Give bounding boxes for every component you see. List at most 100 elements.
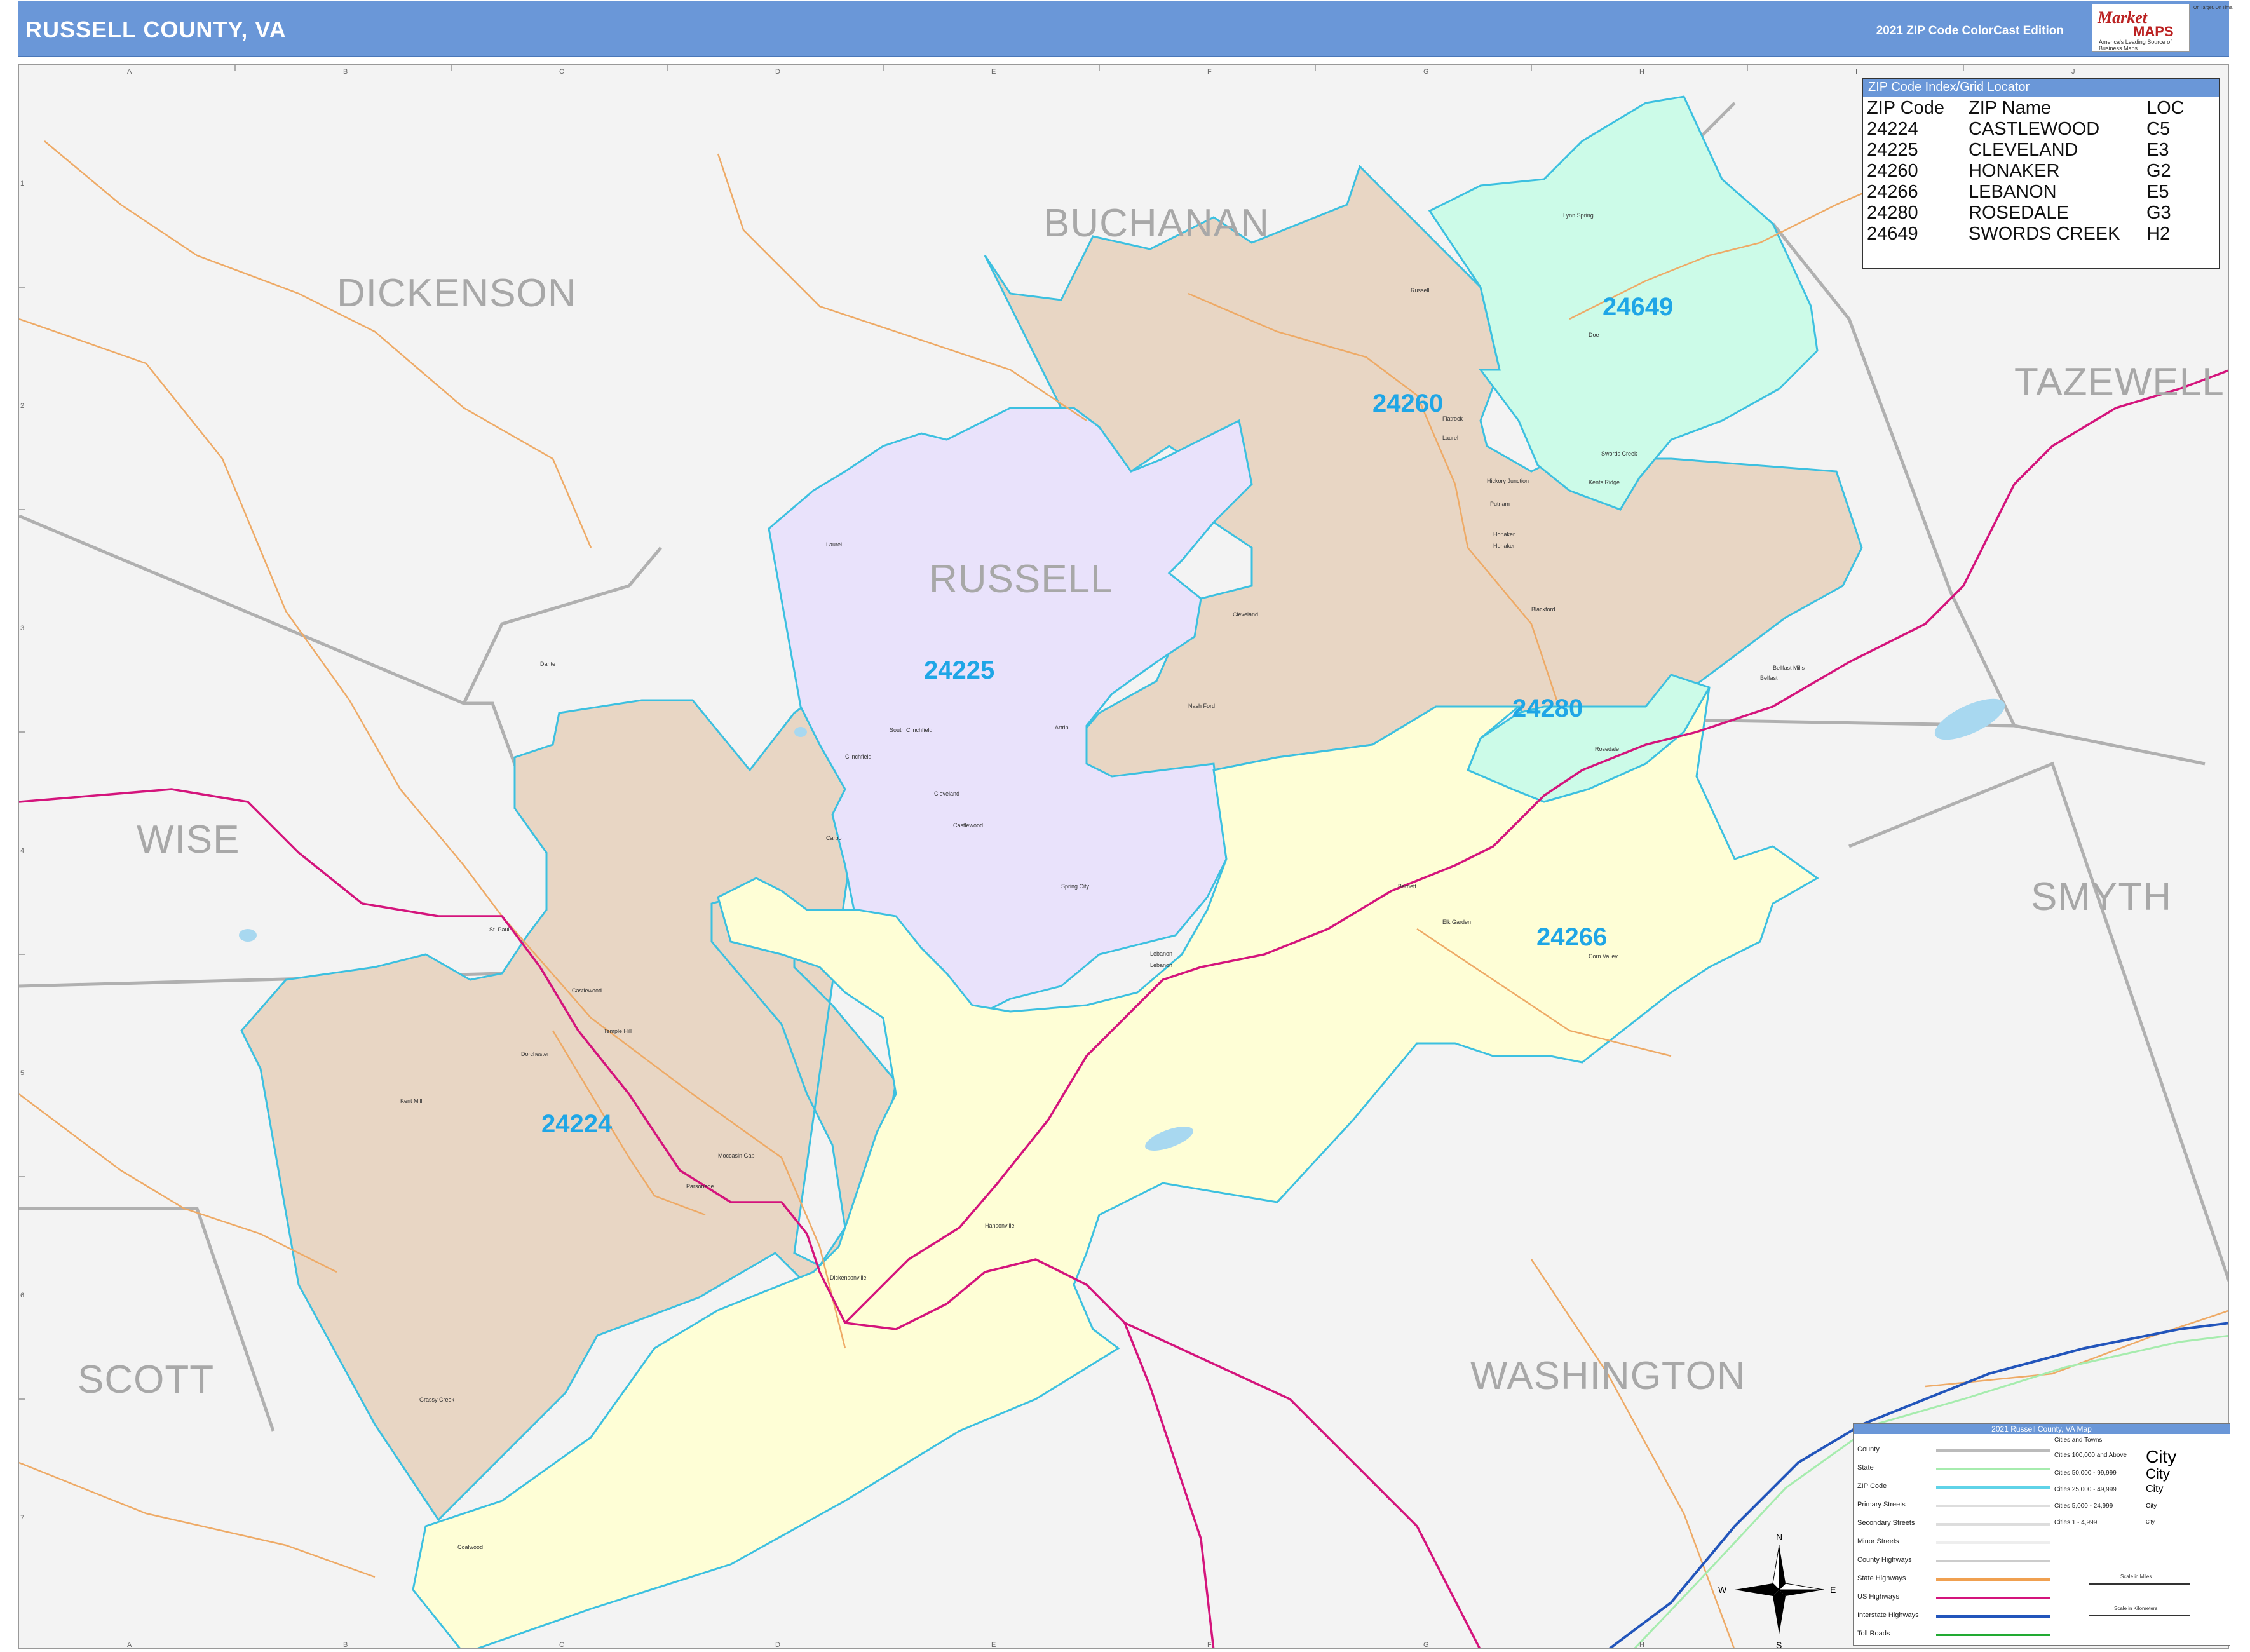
compass-w: W (1718, 1585, 1727, 1595)
loc-cell: C5 (2146, 119, 2171, 139)
grid-row-5: 5 (20, 1069, 24, 1077)
legend-swatch-county (1936, 1449, 2050, 1452)
zip-index-header-row: ZIP Code ZIP Name LOC (1867, 98, 2185, 119)
legend-label-minor: Minor Streets (1857, 1538, 1899, 1545)
legend-city-sample-1: City (2146, 1447, 2177, 1466)
place-label: Blackford (1531, 606, 1555, 613)
place-label: Nash Ford (1188, 703, 1215, 709)
place-label: Temple Hill (604, 1028, 632, 1034)
map-title: RUSSELL COUNTY, VA (25, 17, 287, 43)
compass-s: S (1776, 1640, 1782, 1649)
grid-col-a-bottom: A (127, 1641, 132, 1649)
grid-row-7: 7 (20, 1514, 24, 1522)
pond-2 (794, 727, 807, 737)
table-row: 24280 ROSEDALE G3 (1867, 203, 2185, 224)
legend-swatch-toll (1936, 1634, 2050, 1636)
county-label-dickenson: DICKENSON (337, 271, 577, 315)
place-label: Flatrock (1442, 416, 1463, 422)
logo-word-maps: MAPS (2133, 24, 2174, 39)
zip-cell: 24266 (1867, 182, 1918, 202)
legend-label-zip: ZIP Code (1857, 1482, 1887, 1490)
legend-swatch-minor (1936, 1541, 2050, 1544)
place-label: Castlewood (953, 822, 983, 829)
table-row: 24260 HONAKER G2 (1867, 161, 2185, 182)
place-label: Hansonville (985, 1222, 1015, 1229)
place-label: Coalwood (457, 1544, 483, 1550)
grid-row-3: 3 (20, 625, 24, 632)
grid-col-b-bottom: B (343, 1641, 348, 1649)
county-label-russell: RUSSELL (929, 557, 1113, 601)
zip-cell: 24224 (1867, 119, 1918, 139)
loc-cell: E5 (2146, 182, 2169, 202)
grid-col-c-bottom: C (559, 1641, 564, 1649)
legend-label-state-hwy: State Highways (1857, 1574, 1906, 1582)
grid-col-b: B (343, 68, 348, 76)
table-row: 24224 CASTLEWOOD C5 (1867, 119, 2185, 140)
publisher-contact: On Target. On Time. (2193, 5, 2242, 51)
place-label: Parsonage (686, 1183, 714, 1189)
zip-label-24649: 24649 (1603, 293, 1673, 321)
legend-city-sample-5: City (2146, 1519, 2155, 1525)
place-label: Rosedale (1595, 746, 1619, 752)
compass-e: E (1830, 1585, 1836, 1595)
place-label: St. Paul (489, 926, 510, 933)
grid-row-6: 6 (20, 1292, 24, 1299)
legend-swatch-primary (1936, 1505, 2050, 1507)
zip-label-24260: 24260 (1372, 389, 1443, 417)
loc-cell: G3 (2146, 203, 2171, 223)
place-label: Honaker (1493, 543, 1515, 549)
place-label: Clinchfield (845, 754, 872, 760)
logo-slogan: America's Leading Source of Business Map… (2099, 39, 2172, 51)
legend-swatch-county-hwy (1936, 1560, 2050, 1562)
legend-label-county-hwy: County Highways (1857, 1556, 1912, 1564)
map-canvas[interactable]: A B C D E F G H I J A B C D E F G H 1 2 … (19, 65, 2229, 1649)
scale-bar-km (2089, 1615, 2190, 1616)
publisher-logo: Market MAPS America's Leading Source of … (2092, 4, 2190, 52)
legend-city-sample-4: City (2146, 1503, 2157, 1510)
zip-label-24224: 24224 (541, 1110, 613, 1138)
place-label: Dorchester (521, 1051, 549, 1057)
county-label-buchanan: BUCHANAN (1043, 201, 1270, 245)
map-area[interactable]: A B C D E F G H I J A B C D E F G H 1 2 … (18, 64, 2229, 1649)
legend-label-toll: Toll Roads (1857, 1630, 1890, 1637)
zip-index-table: ZIP Code ZIP Name LOC 24224 CASTLEWOOD C… (1867, 98, 2185, 245)
place-label: Elk Garden (1442, 919, 1471, 925)
zip-index-col-zip: ZIP Code (1867, 98, 1944, 118)
zip-code-index: ZIP Code Index/Grid Locator ZIP Code ZIP… (1862, 78, 2220, 269)
place-label: Cleveland (1233, 611, 1258, 618)
zip-name-cell: ROSEDALE (1969, 203, 2069, 223)
grid-col-f: F (1207, 68, 1212, 76)
edition-label: 2021 ZIP Code ColorCast Edition (1876, 24, 2064, 37)
map-header: RUSSELL COUNTY, VA 2021 ZIP Code ColorCa… (18, 1, 2233, 57)
place-label: Laurel (826, 541, 842, 548)
place-label: Laurel (1442, 435, 1458, 441)
place-label: Carbo (826, 835, 842, 841)
grid-col-e-bottom: E (991, 1641, 996, 1649)
legend-title: 2021 Russell County, VA Map (1854, 1424, 2230, 1434)
place-label: Lynn Spring (1563, 212, 1594, 219)
legend-swatch-state-hwy (1936, 1578, 2050, 1581)
legend-swatch-us-hwy (1936, 1597, 2050, 1599)
legend-label-us-hwy: US Highways (1857, 1593, 1900, 1601)
legend-label-county: County (1857, 1446, 1880, 1453)
grid-row-1: 1 (20, 180, 24, 187)
zip-cell: 24649 (1867, 224, 1918, 244)
legend-swatch-interstate (1936, 1615, 2050, 1618)
legend-city-tier-5: Cities 1 - 4,999 (2054, 1519, 2098, 1526)
legend-city-sample-2: City (2146, 1466, 2170, 1482)
place-label: Bellfast Mills (1773, 665, 1805, 671)
legend-swatch-zip (1936, 1486, 2050, 1489)
legend-city-tier-1: Cities 100,000 and Above (2054, 1452, 2127, 1459)
county-label-smyth: SMYTH (2031, 875, 2172, 919)
place-label: Kent Mill (400, 1098, 423, 1104)
grid-row-2: 2 (20, 402, 24, 410)
zip-name-cell: LEBANON (1969, 182, 2057, 202)
place-label: Dickensonville (830, 1275, 867, 1281)
place-label: Honaker (1493, 531, 1515, 538)
place-label: Moccasin Gap (718, 1153, 755, 1159)
legend-city-tier-4: Cities 5,000 - 24,999 (2054, 1503, 2113, 1510)
grid-col-g-bottom: G (1423, 1641, 1429, 1649)
legend-swatch-state (1936, 1468, 2050, 1470)
grid-col-g: G (1423, 68, 1429, 76)
zip-name-cell: CLEVELAND (1969, 140, 2078, 160)
